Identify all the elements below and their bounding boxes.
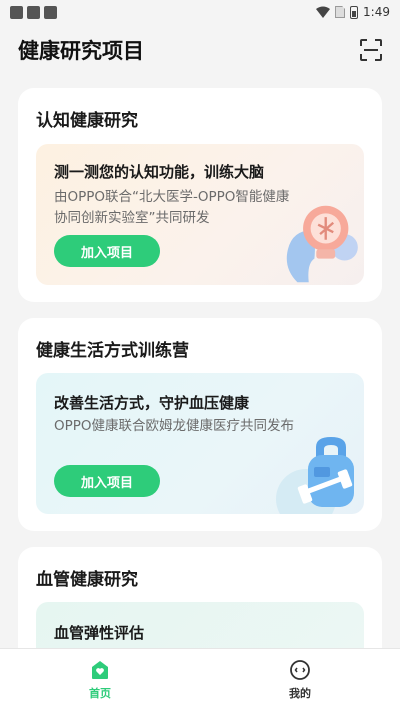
banner-description: 由OPPO联合“北大医学-OPPO智能健康协同创新实验室”共同研发 [54,189,290,226]
brain-lightbulb-icon [286,205,358,283]
banner-title: 测一测您的认知功能，训练大脑 [54,163,265,181]
page-title: 健康研究项目 [18,39,144,63]
notification-icon [27,5,40,19]
status-bar: 1:49 [0,0,400,24]
scan-icon[interactable] [360,39,382,61]
notification-icon [44,5,57,19]
notification-icons [10,5,57,19]
bottom-nav: 首页 我的 [0,648,400,711]
banner-description: OPPO健康联合欧姆龙健康医疗共同发布 [54,418,295,434]
profile-face-icon [290,660,310,680]
card-title: 健康生活方式训练营 [36,341,189,361]
nav-profile[interactable]: 我的 [200,649,400,711]
header: 健康研究项目 [0,30,400,70]
card-title: 认知健康研究 [36,111,138,131]
banner-title: 改善生活方式，守护血压健康 [54,394,250,412]
lifestyle-camp-banner[interactable]: 改善生活方式，守护血压健康 OPPO健康联合欧姆龙健康医疗共同发布 加入项目 [36,373,364,514]
lifestyle-camp-card[interactable]: 健康生活方式训练营 改善生活方式，守护血压健康 OPPO健康联合欧姆龙健康医疗共… [18,318,382,531]
cognitive-health-card[interactable]: 认知健康研究 测一测您的认知功能，训练大脑 由OPPO联合“北大医学-OPPO智… [18,88,382,302]
join-project-button[interactable]: 加入项目 [54,465,160,497]
cognitive-health-banner[interactable]: 测一测您的认知功能，训练大脑 由OPPO联合“北大医学-OPPO智能健康协同创新… [36,144,364,285]
notification-icon [10,5,23,19]
wifi-icon [316,6,331,18]
status-time: 1:49 [363,5,390,19]
system-icons: 1:49 [316,5,390,19]
sim-icon [335,6,346,18]
battery-icon [350,5,359,19]
nav-label: 我的 [289,687,311,700]
home-heart-icon [92,661,108,679]
card-title: 血管健康研究 [36,570,138,590]
kettlebell-icon [276,437,354,514]
banner-title: 血管弹性评估 [54,624,145,642]
nav-label: 首页 [89,687,111,700]
nav-home[interactable]: 首页 [0,649,200,711]
join-project-button[interactable]: 加入项目 [54,235,160,267]
